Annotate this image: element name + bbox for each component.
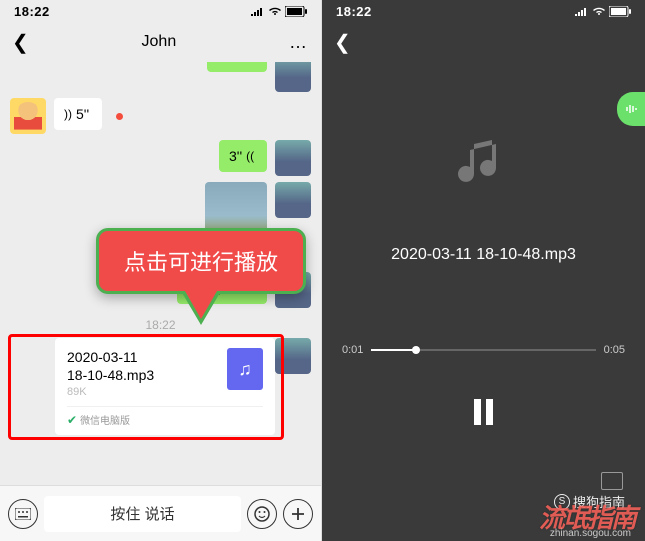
chat-timestamp: 18:22 [10, 318, 311, 332]
file-card[interactable]: 2020-03-11 18-10-48.mp3 89K ♫ ✔ 微信电脑版 [55, 338, 275, 435]
chat-nav-bar: ❮ John … [0, 22, 321, 62]
progress-row: 0:01 0:05 [338, 344, 629, 356]
back-icon[interactable]: ❮ [334, 30, 351, 55]
keyboard-icon [15, 508, 31, 520]
battery-icon [285, 6, 307, 17]
progress-bar[interactable] [371, 349, 595, 351]
player-controls [338, 396, 629, 428]
sound-wave-icon: (( [246, 149, 254, 163]
sound-wave-icon: )) [64, 107, 72, 121]
signal-icon [250, 6, 265, 16]
unread-dot [116, 113, 123, 120]
file-info: 2020-03-11 18-10-48.mp3 89K [67, 348, 154, 398]
status-icons [574, 6, 631, 17]
file-name-line1: 2020-03-11 [67, 348, 154, 366]
music-note-icon [452, 132, 516, 196]
audio-player-screen: 18:22 ❮ 2020-03-11 18-10-48.mp3 0:01 0:0… [322, 0, 645, 541]
callout-text: 点击可进行播放 [124, 250, 278, 275]
battery-icon [609, 6, 631, 17]
plus-icon [291, 507, 305, 521]
avatar-out[interactable] [275, 182, 311, 218]
progress-fill [371, 349, 416, 351]
voice-input-button[interactable]: 按住 说话 [44, 496, 241, 532]
add-button[interactable] [283, 499, 313, 529]
progress-thumb[interactable] [412, 346, 420, 354]
voice-bubble-partial[interactable] [207, 62, 267, 72]
file-source-text: 微信电脑版 [80, 412, 130, 427]
player-nav-bar: ❮ [322, 22, 645, 62]
message-in-voice: )) 5'' [10, 98, 311, 134]
status-bar-left: 18:22 [0, 0, 321, 22]
annotation-callout: 点击可进行播放 [96, 228, 306, 294]
smile-icon [254, 506, 270, 522]
cast-icon[interactable] [601, 472, 623, 490]
signal-icon [574, 6, 589, 16]
pause-bar-left [474, 399, 481, 425]
message-out-file: 2020-03-11 18-10-48.mp3 89K ♫ ✔ 微信电脑版 [10, 338, 311, 435]
avatar-out[interactable] [275, 140, 311, 176]
voice-duration: 5'' [76, 106, 89, 122]
wechat-pc-icon: ✔ [67, 413, 77, 427]
voice-duration: 3'' [229, 148, 242, 164]
pause-button[interactable] [468, 396, 500, 428]
emoji-button[interactable] [247, 499, 277, 529]
status-time: 18:22 [336, 4, 372, 19]
avatar-in[interactable] [10, 98, 46, 134]
status-bar-right: 18:22 [322, 0, 645, 22]
back-icon[interactable]: ❮ [12, 30, 29, 55]
chat-input-bar: 按住 说话 [0, 485, 321, 541]
avatar-out[interactable] [275, 62, 311, 92]
voice-bubble-out[interactable]: 3'' (( [219, 140, 267, 172]
track-name: 2020-03-11 18-10-48.mp3 [338, 246, 629, 264]
file-card-top: 2020-03-11 18-10-48.mp3 89K ♫ [67, 348, 263, 398]
avatar-out[interactable] [275, 338, 311, 374]
message-out-voice-1: 3'' (( [10, 140, 311, 176]
wifi-icon [592, 6, 606, 16]
wifi-icon [268, 6, 282, 16]
voice-bubble-in[interactable]: )) 5'' [54, 98, 102, 130]
player-area: 2020-03-11 18-10-48.mp3 0:01 0:05 [322, 62, 645, 540]
more-icon[interactable]: … [289, 32, 309, 53]
time-elapsed: 0:01 [342, 344, 363, 356]
file-source: ✔ 微信电脑版 [67, 406, 263, 427]
file-name-line2: 18-10-48.mp3 [67, 366, 154, 384]
chat-title: John [142, 33, 177, 51]
music-file-icon: ♫ [227, 348, 263, 390]
status-time: 18:22 [14, 4, 50, 19]
pause-bar-right [486, 399, 493, 425]
time-total: 0:05 [604, 344, 625, 356]
file-size: 89K [67, 386, 154, 398]
status-icons [250, 6, 307, 17]
message-out-partial [10, 62, 311, 92]
keyboard-toggle-button[interactable] [8, 499, 38, 529]
